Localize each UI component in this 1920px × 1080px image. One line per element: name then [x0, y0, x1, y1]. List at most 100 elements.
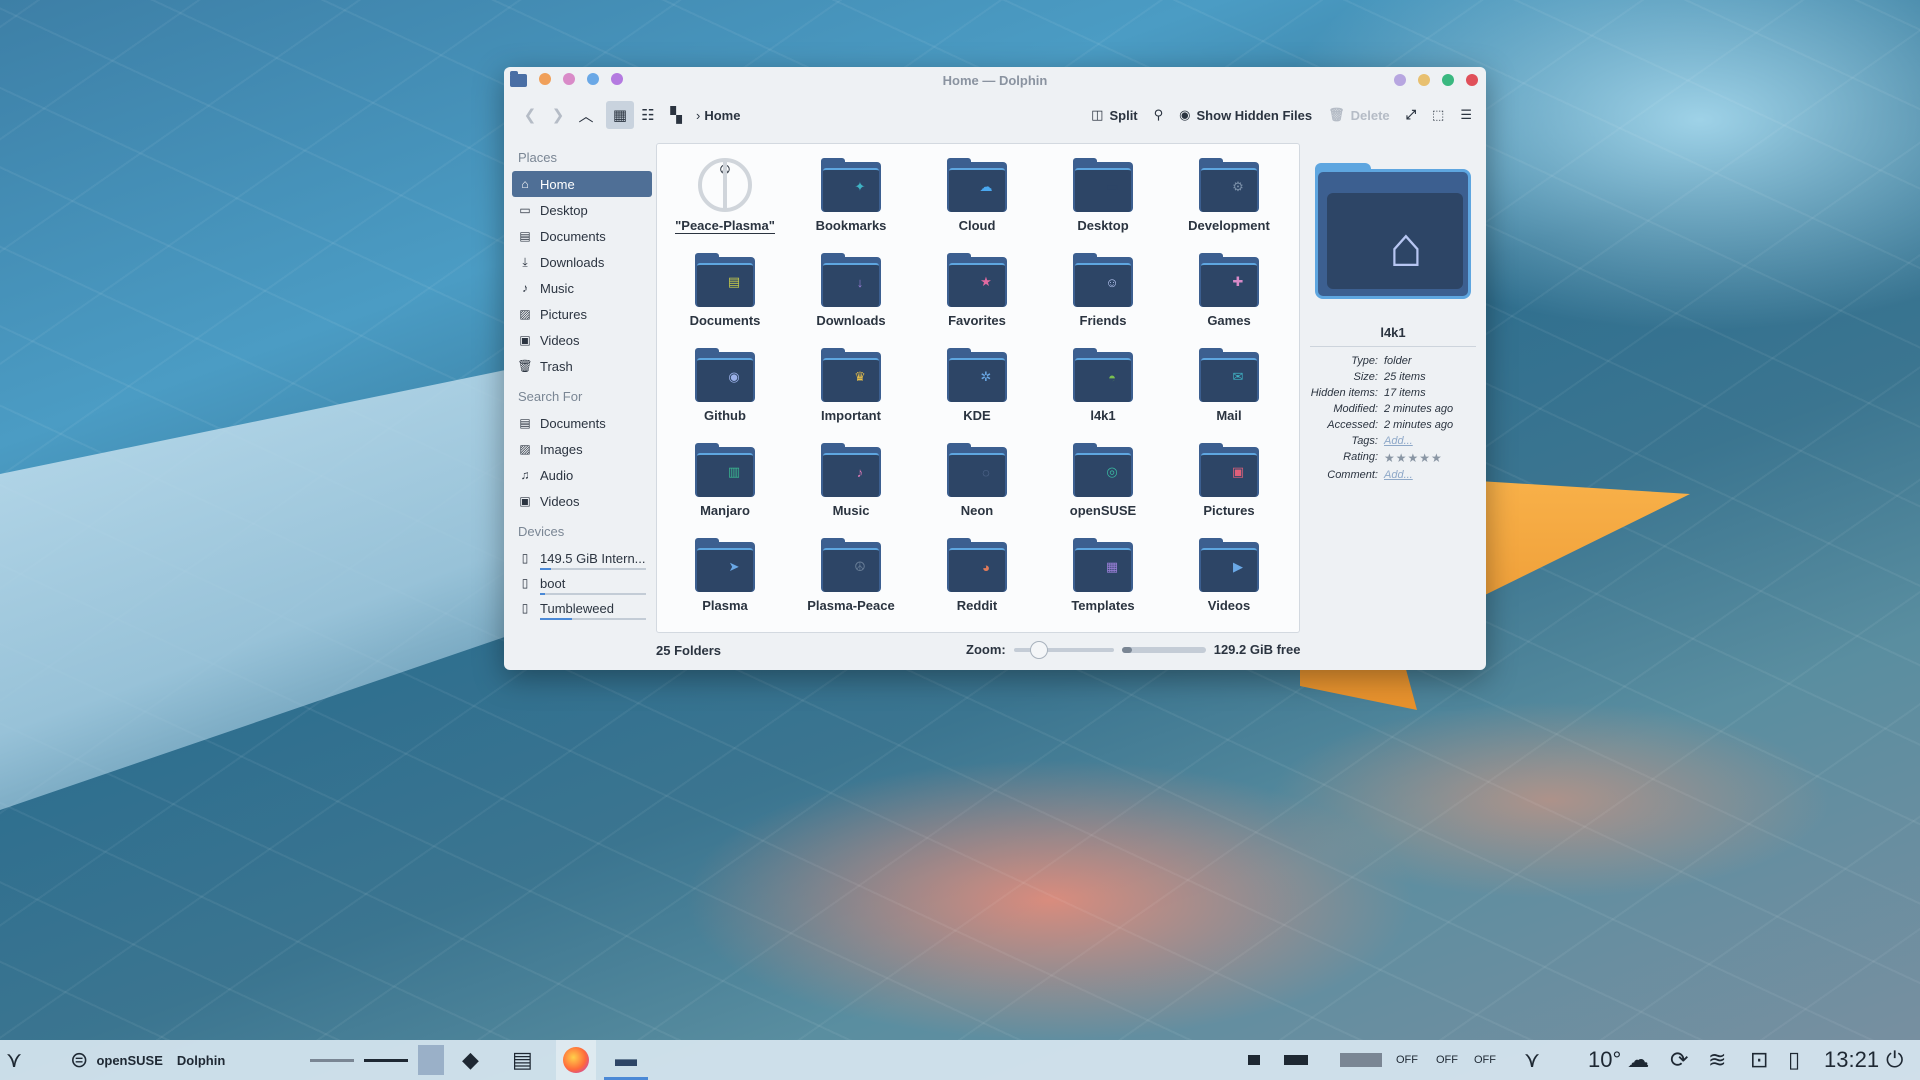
clock[interactable]: 13:21 [1824, 1040, 1879, 1080]
delete-label: Delete [1350, 107, 1390, 123]
folder-emblem-icon: ☺ [1105, 274, 1119, 290]
file-view[interactable]: "Peace-Plasma" ✦ Bookmarks ☁ Cloud ▭ Desktop ⚙ D… [656, 143, 1300, 633]
breadcrumb[interactable]: Home [704, 108, 740, 123]
folder-item[interactable]: ✲ KDE [917, 338, 1037, 430]
panel-button[interactable]: ▯ [1788, 1040, 1800, 1080]
sidebar-item-search-videos[interactable]: ▣ Videos [512, 488, 652, 514]
update-icon: ⟳ [1670, 1047, 1689, 1072]
sidebar-item-search-documents[interactable]: ▤ Documents [512, 410, 652, 436]
task-dolphin[interactable]: ▬ [604, 1040, 648, 1080]
record-button[interactable]: ⊡ [1750, 1040, 1768, 1080]
notes-button[interactable]: ≋ [1708, 1040, 1726, 1080]
folder-item[interactable]: ▤ Documents [665, 243, 785, 335]
title-bar[interactable]: Home — Dolphin [504, 67, 1486, 94]
sidebar-item-search-images[interactable]: ▨ Images [512, 436, 652, 462]
folder-item[interactable]: ★ Favorites [917, 243, 1037, 335]
maximize-button[interactable] [1442, 74, 1454, 86]
compact-view-icon[interactable]: ▚ [662, 101, 690, 129]
desktop-3[interactable] [418, 1045, 444, 1075]
sidebar-item-search-audio[interactable]: ♫ Audio [512, 462, 652, 488]
opensuse-icon: ⋎ [1524, 1047, 1541, 1072]
folder-item[interactable]: ▦ Templates [1043, 528, 1163, 620]
close-button[interactable] [1466, 74, 1478, 86]
desktop-2[interactable] [364, 1058, 408, 1062]
folder-item[interactable]: ◌ Neon [917, 433, 1037, 525]
folder-item[interactable]: ▣ Pictures [1169, 433, 1289, 525]
pager[interactable] [310, 1040, 444, 1080]
sidebar-item-places-desktop[interactable]: ▭ Desktop [512, 197, 652, 223]
minimize-button[interactable] [1418, 74, 1430, 86]
folder-item[interactable]: ⚙ Development [1169, 148, 1289, 240]
keep-below-button[interactable] [1394, 74, 1406, 86]
sidebar-item-places-pictures[interactable]: ▨ Pictures [512, 301, 652, 327]
delete-button[interactable]: 🗑 Delete [1322, 101, 1396, 129]
sidebar-item-places-music[interactable]: ♪ Music [512, 275, 652, 301]
info-key: Comment: [1327, 469, 1378, 481]
update-button[interactable]: ⟳ [1670, 1040, 1688, 1080]
back-icon[interactable]: ❮ [516, 101, 544, 129]
folder-item[interactable]: ✉ Mail [1169, 338, 1289, 430]
icons-view-icon[interactable]: ▦ [606, 101, 634, 129]
app-menu-button[interactable]: ⋎ [1524, 1040, 1540, 1080]
task-firefox[interactable] [556, 1040, 596, 1080]
sidebar-item-places-videos[interactable]: ▣ Videos [512, 327, 652, 353]
sidebar-item-label: Audio [540, 467, 574, 483]
info-key: Hidden items: [1310, 387, 1378, 399]
folder-item[interactable]: ◎ openSUSE [1043, 433, 1163, 525]
user-switcher[interactable]: ⊜ openSUSE Dolphin [70, 1040, 225, 1080]
zoom-slider[interactable] [1013, 640, 1114, 659]
show-hidden-button[interactable]: ◉ Show Hidden Files [1173, 101, 1318, 129]
folder-item[interactable]: ▶ Videos [1169, 528, 1289, 620]
select-mode-button[interactable]: ⬚ [1426, 101, 1450, 129]
task-terminal[interactable]: ▤ [512, 1040, 533, 1080]
desktop-icon: ▭ [519, 203, 531, 217]
folder-item[interactable]: ▥ Manjaro [665, 433, 785, 525]
folder-item[interactable]: ☁ Cloud [917, 148, 1037, 240]
desktop-1[interactable] [310, 1058, 354, 1062]
folder-item[interactable]: ☺ Friends [1043, 243, 1163, 335]
weather-widget[interactable]: 10° ☁ [1588, 1040, 1649, 1080]
folder-label: Friends [1079, 313, 1127, 328]
folder-icon: ◕ [947, 538, 1007, 592]
folder-icon: ⚙ [1199, 158, 1259, 212]
add-link[interactable]: Add... [1384, 469, 1413, 481]
add-link[interactable]: Add... [1384, 435, 1413, 447]
folder-icon: ↓ [821, 253, 881, 307]
rating-stars[interactable]: ★★★★★ [1384, 451, 1443, 465]
details-view-icon[interactable]: ☷ [634, 101, 662, 129]
folder-item[interactable]: ☮ Plasma-Peace [791, 528, 911, 620]
fullscreen-button[interactable]: ⤢ [1400, 101, 1422, 129]
off-indicator-1[interactable]: OFF [1396, 1040, 1418, 1080]
sidebar-item-places-documents[interactable]: ▤ Documents [512, 223, 652, 249]
folder-item[interactable]: ↓ Downloads [791, 243, 911, 335]
folder-item[interactable]: ▭ Desktop [1043, 148, 1163, 240]
forward-icon[interactable]: ❯ [544, 101, 572, 129]
info-row: Modified: 2 minutes ago [1304, 403, 1482, 415]
info-row: Size: 25 items [1304, 371, 1482, 383]
off-indicator-3[interactable]: OFF [1474, 1040, 1496, 1080]
folder-item[interactable]: ♪ Music [791, 433, 911, 525]
zoom-slider-handle[interactable] [1029, 640, 1048, 659]
sidebar-item-places-trash[interactable]: 🗑 Trash [512, 353, 652, 379]
folder-item[interactable]: ♛ Important [791, 338, 911, 430]
folder-item[interactable]: ✦ Bookmarks [791, 148, 911, 240]
up-icon[interactable]: ︿ [572, 101, 600, 129]
folder-item[interactable]: ◕ Reddit [917, 528, 1037, 620]
split-button[interactable]: ◫ Split [1085, 101, 1143, 129]
places-heading: Places [518, 150, 558, 165]
folder-item[interactable]: ◓ l4k1 [1043, 338, 1163, 430]
off-indicator-2[interactable]: OFF [1436, 1040, 1458, 1080]
folder-item[interactable]: "Peace-Plasma" [665, 148, 785, 240]
power-button[interactable]: ⏻ [1886, 1040, 1903, 1080]
hamburger-menu-button[interactable]: ☰ [1454, 101, 1478, 129]
folder-item[interactable]: ➤ Plasma [665, 528, 785, 620]
folder-item[interactable]: ✚ Games [1169, 243, 1289, 335]
drive-icon: ▯ [521, 576, 529, 590]
launcher-button[interactable]: ⋎ [6, 1040, 22, 1080]
search-button[interactable]: ⚲ [1148, 101, 1170, 129]
sidebar-item-places-downloads[interactable]: ⤓ Downloads [512, 249, 652, 275]
downloads-icon: ⤓ [522, 254, 528, 269]
task-inkscape[interactable]: ◆ [462, 1040, 479, 1080]
sidebar-item-places-home[interactable]: ⌂ Home [512, 171, 652, 197]
folder-item[interactable]: ◉ Github [665, 338, 785, 430]
